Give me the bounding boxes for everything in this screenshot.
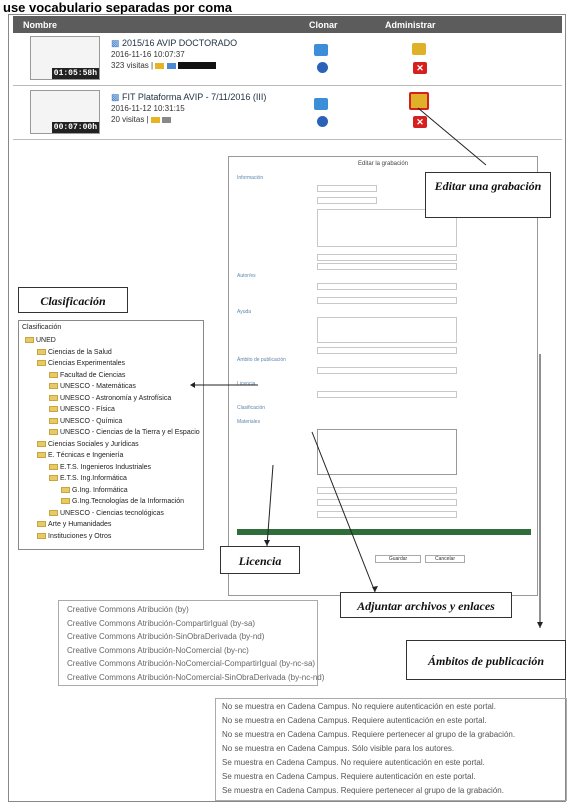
connector-lines — [190, 107, 543, 628]
